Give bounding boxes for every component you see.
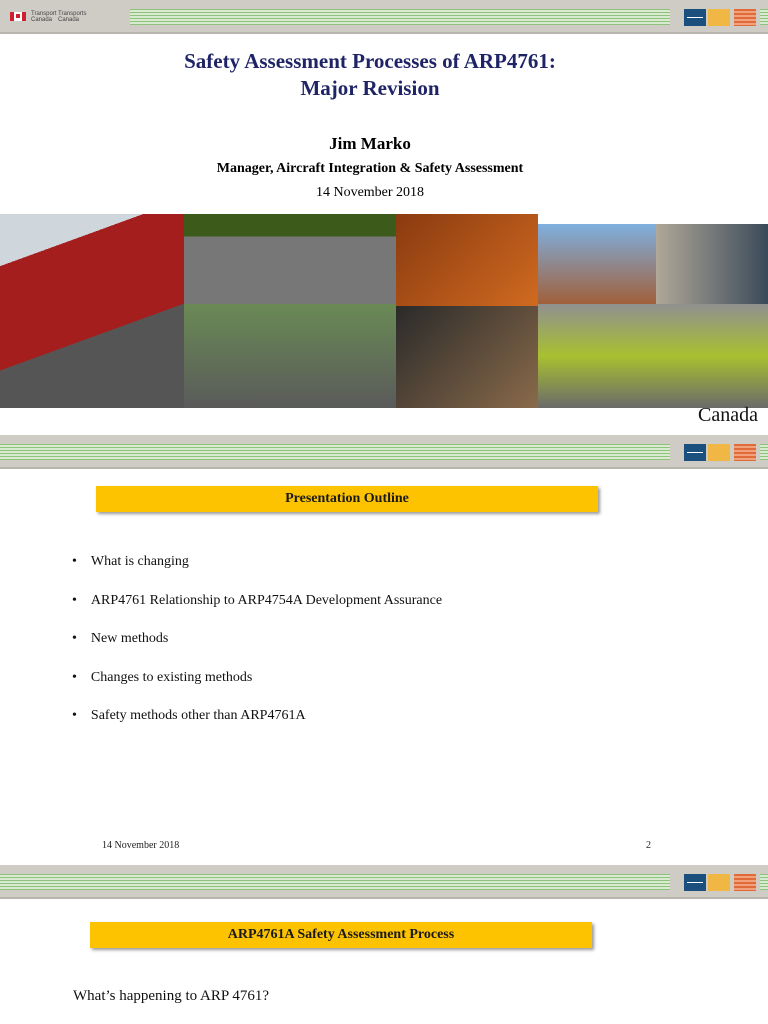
slide-header [0,865,768,899]
air-mode-icon [684,874,706,891]
presentation-date: 14 November 2018 [315,185,425,200]
slide-heading: ARP4761A Safety Assessment Process [90,922,592,948]
header-stripes-end [760,444,768,460]
car-photo [538,304,768,408]
slide-subtitle: What’s happening to ARP 4761? [73,988,270,1004]
header-stripes [0,874,670,890]
road-mode-icon [708,9,730,26]
road-photo [184,214,396,304]
rail-mode-icon [734,444,756,461]
list-item: Changes to existing methods [72,670,442,709]
bullet-list: What is changing ARP4761 Relationship to… [72,554,442,747]
header-stripes-end [760,9,768,25]
page-number: 2 [646,840,651,851]
aircraft-photo [396,214,538,306]
presenter-name: Jim Marko [329,134,411,153]
org-fr-2: Canada [58,17,80,23]
road-mode-icon [708,874,730,891]
list-item: ARP4761 Relationship to ARP4754A Develop… [72,593,442,632]
slide-1: Transport Canada Transports Canada Safety … [0,0,768,432]
slide-3: ARP4761A Safety Assessment Process What’… [0,865,768,1024]
air-mode-icon [684,9,706,26]
title-line-1: Safety Assessment Processes of ARP4761: [184,49,556,73]
title-line-2: Major Revision [300,76,440,100]
header-stripes [0,444,670,460]
highway-photo [184,304,396,408]
port-photo [538,224,656,304]
photo-collage [0,214,768,408]
slide-title: Safety Assessment Processes of ARP4761: … [0,48,740,102]
header-stripes-end [760,874,768,890]
rail-mode-icon [734,874,756,891]
header-stripes [130,9,670,25]
canada-flag-icon [10,12,26,21]
footer-date: 14 November 2018 [102,840,180,851]
air-mode-icon [684,444,706,461]
rail-mode-icon [734,9,756,26]
security-photo [656,224,768,304]
child-seat-photo [396,306,538,408]
slide-header [0,435,768,469]
canada-wordmark: Canada [698,404,758,426]
list-item: New methods [72,631,442,670]
slide-2: Presentation Outline What is changing AR… [0,435,768,862]
presenter-role: Manager, Aircraft Integration & Safety A… [216,161,524,176]
slide-header: Transport Canada Transports Canada [0,0,768,34]
org-en-2: Canada [31,17,53,23]
list-item: What is changing [72,554,442,593]
list-item: Safety methods other than ARP4761A [72,708,442,747]
road-mode-icon [708,444,730,461]
slide-heading: Presentation Outline [96,486,598,512]
train-photo [0,214,184,408]
